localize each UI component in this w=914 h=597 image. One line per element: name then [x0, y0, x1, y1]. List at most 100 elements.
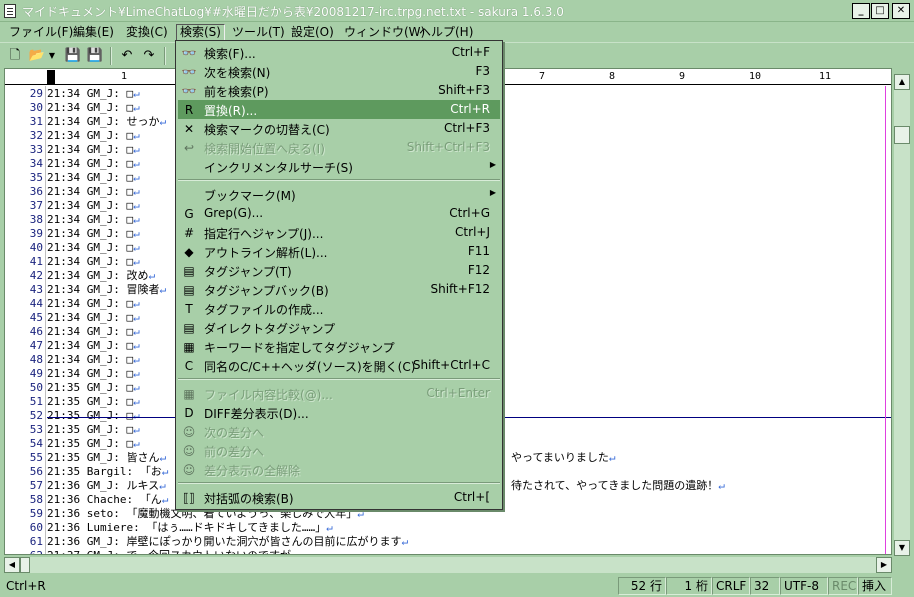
eol-mark: ↵ — [133, 241, 140, 254]
menu-item-label: ブックマーク(M) — [204, 189, 296, 203]
search-menu-item[interactable]: ⟦⟧ 対括弧の検索(B) Ctrl+[ — [178, 488, 500, 507]
menu-item-shortcut: Ctrl+Enter — [426, 386, 490, 400]
line-number: 52 — [29, 409, 43, 422]
line-number: 41 — [29, 255, 43, 268]
new-file-icon[interactable]: 🗋 — [6, 47, 24, 65]
search-menu-item[interactable]: ↩ 検索開始位置へ戻る(I) Shift+Ctrl+F3 — [178, 138, 500, 157]
ruler-mark: 11 — [819, 71, 832, 82]
search-menu-item[interactable]: T タグファイルの作成... — [178, 299, 500, 318]
eol-mark: ↵ — [608, 451, 616, 464]
menu-convert[interactable]: 変換(C) — [123, 24, 171, 41]
line-number: 61 — [29, 535, 43, 548]
menu-item-label: Grep(G)... — [204, 206, 264, 220]
menu-item-label: 置換(R)... — [204, 104, 258, 118]
status-eol[interactable]: CRLF — [712, 577, 750, 595]
eol-mark: ↵ — [133, 367, 140, 380]
menu-item-label: アウトライン解析(L)... — [204, 246, 328, 260]
minimize-button[interactable]: _ — [852, 3, 870, 19]
save-all-icon[interactable]: 💾 — [86, 47, 104, 65]
outline-icon: ◆ — [184, 245, 194, 259]
search-menu-item[interactable]: ▤ タグジャンプバック(B) Shift+F12 — [178, 280, 500, 299]
search-menu-item[interactable]: # 指定行へジャンプ(J)... Ctrl+J — [178, 223, 500, 242]
clear-diff-icon: ☺ — [182, 463, 196, 477]
menu-tools[interactable]: ツール(T) — [229, 24, 288, 41]
vertical-scrollbar[interactable]: ▲ ▼ — [894, 74, 910, 556]
direct-tag-icon: ▤ — [183, 321, 195, 335]
search-menu-item[interactable]: G Grep(G)... Ctrl+G — [178, 204, 500, 223]
search-menu-item[interactable]: ☺ 差分表示の全解除 — [178, 460, 500, 479]
text-line: 21:35 GM_J: □↵ — [47, 395, 140, 408]
vertical-scroll-thumb[interactable] — [894, 126, 910, 144]
undo-icon[interactable]: ↶ — [118, 47, 136, 65]
eol-mark: ↵ — [326, 521, 333, 534]
search-menu-item[interactable]: ▤ タグジャンプ(T) F12 — [178, 261, 500, 280]
save-icon[interactable]: 💾 — [64, 47, 82, 65]
search-menu-item[interactable]: ▤ ダイレクトタグジャンプ — [178, 318, 500, 337]
search-menu-item[interactable]: ▦ ファイル内容比較(@)... Ctrl+Enter — [178, 384, 500, 403]
eol-mark: ↵ — [133, 199, 140, 212]
horizontal-scrollbar[interactable]: ◀ ▶ — [4, 557, 892, 573]
search-menu-item[interactable]: C 同名のC/C++ヘッダ(ソース)を開く(C) Shift+Ctrl+C — [178, 356, 500, 375]
submenu-arrow-icon: ▶ — [489, 160, 496, 169]
close-button[interactable]: ✕ — [892, 3, 910, 19]
text-line: 21:36 Chache: 「ん↵ — [47, 493, 169, 506]
search-menu-item[interactable]: ☺ 前の差分へ — [178, 441, 500, 460]
search-menu-item[interactable]: ◆ アウトライン解析(L)... F11 — [178, 242, 500, 261]
eol-mark: ↵ — [133, 157, 140, 170]
search-menu-item[interactable]: 👓 前を検索(P) Shift+F3 — [178, 81, 500, 100]
search-menu-item[interactable]: D DIFF差分表示(D)... — [178, 403, 500, 422]
search-menu-item[interactable]: ▦ キーワードを指定してタグジャンプ — [178, 337, 500, 356]
scroll-left-icon[interactable]: ◀ — [4, 557, 20, 573]
menu-settings[interactable]: 設定(O) — [288, 24, 337, 41]
line-number: 42 — [29, 269, 43, 282]
maximize-button[interactable]: □ — [871, 3, 889, 19]
search-menu-item[interactable]: ✕ 検索マークの切替え(C) Ctrl+F3 — [178, 119, 500, 138]
menu-item-shortcut: F12 — [467, 263, 490, 277]
text-line: 21:34 GM_J: □↵ — [47, 367, 140, 380]
status-message: Ctrl+R — [6, 579, 46, 593]
menu-item-shortcut: Ctrl+F — [451, 45, 490, 59]
status-encoding[interactable]: UTF-8 — [780, 577, 828, 595]
line-number: 62 — [5, 549, 45, 554]
search-menu-item[interactable]: ☺ 次の差分へ — [178, 422, 500, 441]
eol-mark: ↵ — [159, 115, 167, 128]
eol-mark: ↵ — [133, 129, 140, 142]
line-number: 58 — [29, 493, 43, 506]
text-line: 21:34 GM_J: □↵ — [47, 241, 140, 254]
submenu-arrow-icon: ▶ — [489, 188, 496, 197]
open-dropdown-icon[interactable]: ▼ — [47, 47, 57, 65]
redo-icon[interactable]: ↷ — [140, 47, 158, 65]
status-line: 52 行 — [618, 577, 666, 595]
menu-item-label: 次の差分へ — [204, 426, 265, 440]
search-menu-item[interactable]: 👓 検索(F)... Ctrl+F — [178, 43, 500, 62]
find-prev-icon: 👓 — [181, 84, 197, 98]
scroll-up-icon[interactable]: ▲ — [894, 74, 910, 90]
status-mode[interactable]: 挿入 — [858, 577, 892, 595]
menu-search[interactable]: 検索(S) — [176, 24, 225, 41]
eol-mark: ↵ — [133, 381, 140, 394]
ruler-mark: 7 — [539, 71, 546, 82]
eol-mark: ↵ — [133, 101, 140, 114]
line-number: 32 — [29, 129, 43, 142]
search-menu-item[interactable]: ブックマーク(M) ▶ — [178, 185, 500, 204]
menu-edit[interactable]: 編集(E) — [70, 24, 117, 41]
line-number: 30 — [29, 101, 43, 114]
menu-file[interactable]: ファイル(F) — [6, 24, 76, 41]
menu-item-shortcut: Ctrl+G — [449, 206, 490, 220]
scroll-down-icon[interactable]: ▼ — [894, 540, 910, 556]
text-line: 21:35 GM_J: 皆さん↵ — [47, 451, 167, 464]
search-menu-item[interactable]: インクリメンタルサーチ(S) ▶ — [178, 157, 500, 176]
eol-mark: ↵ — [133, 213, 140, 226]
size-grip[interactable] — [894, 557, 910, 573]
menu-help[interactable]: ヘルプ(H) — [416, 24, 476, 41]
open-file-icon[interactable]: 📂 — [28, 47, 46, 65]
text-line: 21:34 GM_J: せっか↵ — [47, 115, 167, 128]
search-menu-item[interactable]: 👓 次を検索(N) F3 — [178, 62, 500, 81]
ruler-mark: 9 — [679, 71, 686, 82]
line-number: 54 — [29, 437, 43, 450]
horizontal-scroll-thumb[interactable] — [20, 557, 30, 573]
search-menu-item[interactable]: R 置換(R)... Ctrl+R — [178, 100, 500, 119]
menu-bar: ファイル(F) 編集(E) 変換(C) 検索(S) ツール(T) 設定(O) ウ… — [0, 22, 914, 42]
line-number: 43 — [29, 283, 43, 296]
scroll-right-icon[interactable]: ▶ — [876, 557, 892, 573]
